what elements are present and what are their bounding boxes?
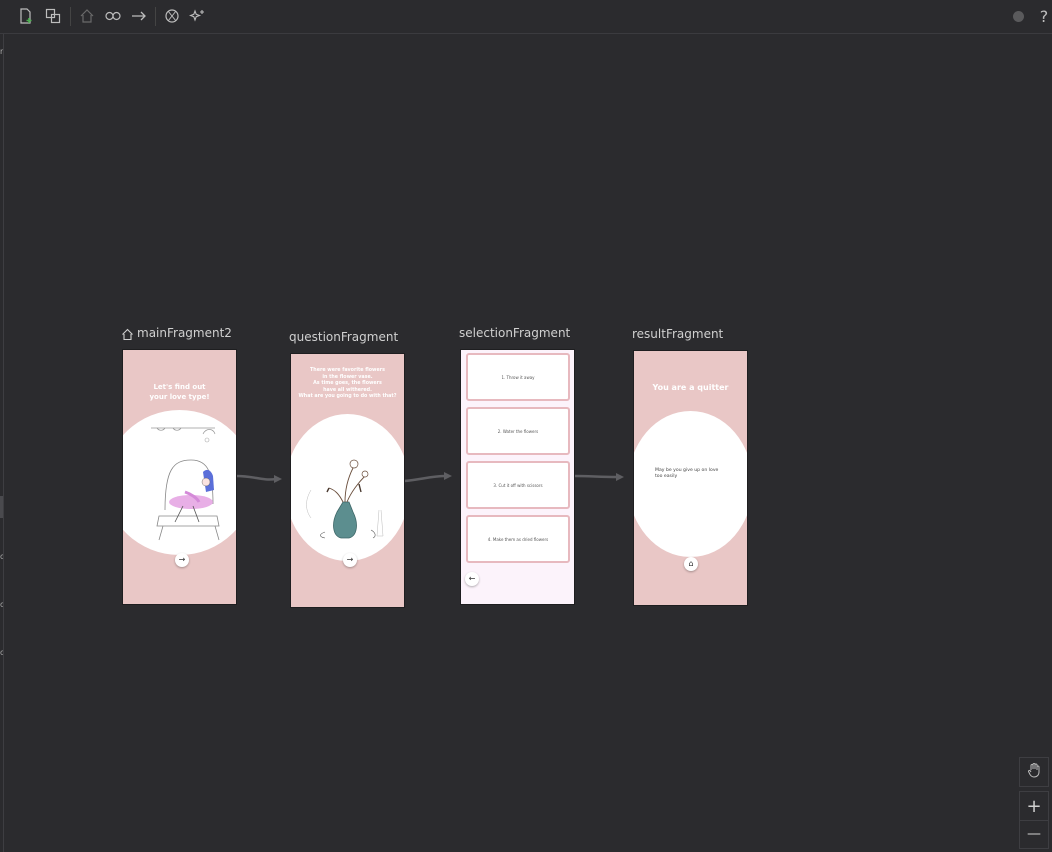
woman-in-chair-illustration bbox=[151, 427, 220, 541]
zoom-in-button[interactable]: + bbox=[1020, 793, 1048, 821]
question-next-button[interactable]: → bbox=[343, 553, 357, 567]
result-circle bbox=[634, 411, 747, 557]
fragment-preview-main[interactable]: Let's find out your love type! → bbox=[122, 349, 237, 605]
zoom-out-button[interactable]: — bbox=[1020, 821, 1048, 848]
fragment-label-main[interactable]: mainFragment2 bbox=[137, 326, 232, 340]
choice-card-4[interactable]: 4. Make them as dried flowers bbox=[466, 515, 570, 563]
pan-button[interactable] bbox=[1019, 757, 1049, 787]
toolbar: ? bbox=[0, 0, 1052, 34]
choice-card-1[interactable]: 1. Throw it away bbox=[466, 353, 570, 401]
main-title-text: Let's find out your love type! bbox=[149, 383, 210, 401]
result-body-text: May be you give up on love too easily bbox=[655, 468, 719, 479]
flower-vase-illustration bbox=[306, 459, 384, 539]
fragment-preview-question[interactable]: There were favorite flowers in the flowe… bbox=[290, 353, 405, 608]
main-illustration-circle bbox=[123, 410, 236, 555]
result-title-text: You are a quitter bbox=[652, 383, 729, 392]
status-dot-icon bbox=[1008, 6, 1028, 26]
home-icon[interactable] bbox=[77, 6, 97, 26]
new-destination-icon[interactable] bbox=[16, 6, 36, 26]
selection-back-button[interactable]: ← bbox=[465, 572, 479, 586]
auto-arrange-icon[interactable] bbox=[162, 6, 182, 26]
fragment-preview-result[interactable]: You are a quitter May be you give up on … bbox=[633, 350, 748, 606]
rail-marker: c bbox=[0, 553, 3, 561]
help-button[interactable]: ? bbox=[1034, 6, 1052, 26]
action-arrow-icon[interactable] bbox=[129, 6, 149, 26]
link-icon[interactable] bbox=[103, 6, 123, 26]
question-illustration-circle bbox=[291, 414, 404, 561]
toolbar-separator bbox=[70, 7, 71, 26]
start-destination-home-icon bbox=[121, 326, 134, 345]
rail-marker: r bbox=[0, 48, 3, 56]
rail-marker: c bbox=[0, 601, 3, 609]
hand-icon bbox=[1026, 762, 1042, 782]
choice-card-2[interactable]: 2. Water the flowers bbox=[466, 407, 570, 455]
question-title-text: There were favorite flowers in the flowe… bbox=[298, 368, 397, 400]
fragment-label-question[interactable]: questionFragment bbox=[289, 330, 398, 344]
zoom-control-group: + — bbox=[1019, 791, 1049, 849]
choice-card-3[interactable]: 3. Cut it off with scissors bbox=[466, 461, 570, 509]
toolbar-separator bbox=[155, 7, 156, 26]
result-home-button[interactable]: ⌂ bbox=[684, 557, 698, 571]
nested-graph-icon[interactable] bbox=[43, 6, 63, 26]
rail-marker: c bbox=[0, 649, 3, 657]
fragment-preview-selection[interactable]: 1. Throw it away 2. Water the flowers 3.… bbox=[460, 349, 575, 605]
fragment-label-selection[interactable]: selectionFragment bbox=[459, 326, 570, 340]
rail-scroll-thumb[interactable] bbox=[0, 496, 3, 518]
magic-icon[interactable] bbox=[188, 6, 208, 26]
fragment-label-result[interactable]: resultFragment bbox=[632, 327, 723, 341]
main-next-button[interactable]: → bbox=[175, 553, 189, 567]
